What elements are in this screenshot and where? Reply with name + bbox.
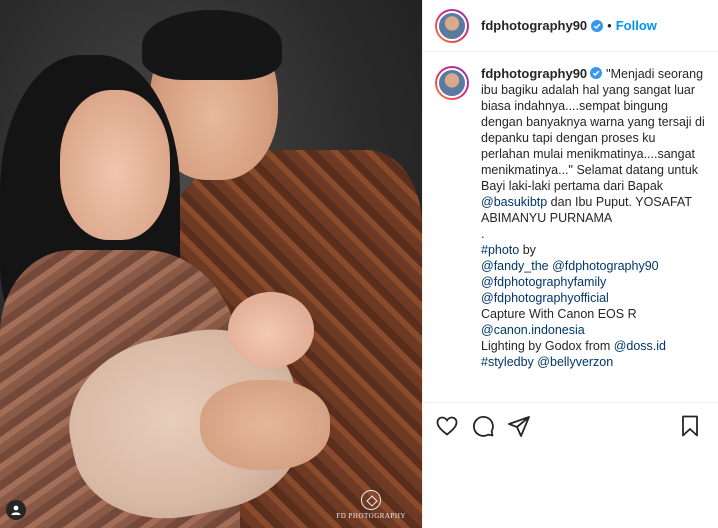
post-photo[interactable]: FD PHOTOGRAPHY <box>0 0 422 528</box>
man-hair <box>142 10 282 80</box>
post-header: fdphotography90 • Follow <box>423 0 718 52</box>
avatar[interactable] <box>435 8 469 43</box>
caption-username[interactable]: fdphotography90 <box>481 66 587 81</box>
heart-icon[interactable] <box>435 414 459 438</box>
capture-text: Capture With Canon EOS R <box>481 307 637 321</box>
by-word: by <box>519 243 536 257</box>
watermark-seal-icon <box>361 490 382 510</box>
mention-canon[interactable]: @canon.indonesia <box>481 322 706 338</box>
watermark: FD PHOTOGRAPHY <box>336 490 406 520</box>
post-sidebar: fdphotography90 • Follow fdphotography90… <box>422 0 718 528</box>
comment-icon[interactable] <box>471 414 495 438</box>
bookmark-icon[interactable] <box>678 414 702 438</box>
mention-fdphotography90[interactable]: @fdphotography90 <box>552 259 659 273</box>
caption-photo-line: #photo by <box>481 242 706 258</box>
lighting-line: Lighting by Godox from @doss.id <box>481 338 706 354</box>
hashtag-styledby[interactable]: #styledby <box>481 355 534 369</box>
mention-bellyverzon[interactable]: @bellyverzon <box>537 355 613 369</box>
lighting-text: Lighting by Godox from <box>481 339 614 353</box>
verified-badge-icon <box>591 19 604 32</box>
instagram-post: FD PHOTOGRAPHY fdphotography90 • Follow … <box>0 0 718 528</box>
hashtag-photo[interactable]: #photo <box>481 243 519 257</box>
mention-fdphotographyofficial[interactable]: @fdphotographyofficial <box>481 290 706 306</box>
baby-face <box>228 292 314 368</box>
user-tag-button[interactable] <box>6 500 26 520</box>
separator-dot: • <box>607 18 612 33</box>
watermark-text: FD PHOTOGRAPHY <box>336 512 406 520</box>
mention-doss[interactable]: @doss.id <box>614 339 666 353</box>
post-footer <box>423 448 718 528</box>
caption: fdphotography90 "Menjadi seorang ibu bagi… <box>481 66 706 402</box>
caption-dot-line: . <box>481 227 485 241</box>
follow-button[interactable]: Follow <box>616 18 657 33</box>
verified-badge-icon <box>590 67 603 79</box>
share-icon[interactable] <box>507 414 531 438</box>
caption-avatar[interactable] <box>435 66 469 100</box>
caption-area: fdphotography90 "Menjadi seorang ibu bagi… <box>423 52 718 402</box>
caption-credits-line: @fandy_the @fdphotography90 <box>481 258 706 274</box>
action-bar <box>423 402 718 448</box>
caption-text-1: "Menjadi seorang ibu bagiku adalah hal y… <box>481 67 705 193</box>
mention-basukibtp[interactable]: @basukibtp <box>481 195 547 209</box>
hand <box>200 380 330 470</box>
user-icon <box>11 505 21 515</box>
header-username[interactable]: fdphotography90 <box>481 18 587 33</box>
mention-fdphotographyfamily[interactable]: @fdphotographyfamily <box>481 274 706 290</box>
mention-fandy[interactable]: @fandy_the <box>481 259 549 273</box>
woman-face <box>60 90 170 240</box>
styledby-line: #styledby @bellyverzon <box>481 354 706 370</box>
